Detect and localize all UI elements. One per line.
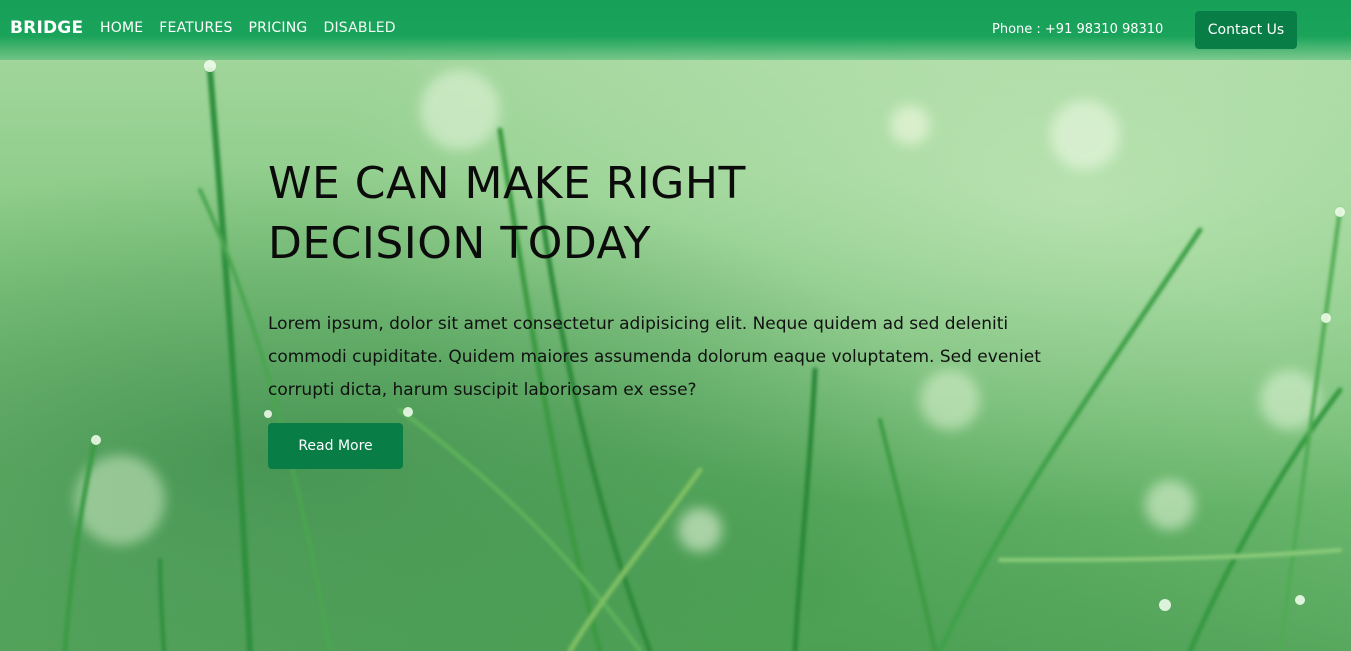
phone-number: Phone : +91 98310 98310 (992, 22, 1164, 37)
nav-link-pricing[interactable]: PRICING (249, 20, 308, 36)
brand-logo[interactable]: BRIDGE (10, 18, 83, 38)
hero-content: WE CAN MAKE RIGHT DECISION TODAY Lorem i… (268, 154, 1088, 469)
nav-link-home[interactable]: HOME (100, 20, 143, 36)
navbar: BRIDGE HOME FEATURES PRICING DISABLED Ph… (0, 0, 1351, 60)
nav-link-features[interactable]: FEATURES (159, 20, 232, 36)
read-more-button[interactable]: Read More (268, 423, 403, 469)
hero-description: Lorem ipsum, dolor sit amet consectetur … (268, 314, 1041, 400)
contact-us-button[interactable]: Contact Us (1195, 11, 1297, 49)
nav-links: HOME FEATURES PRICING DISABLED (100, 20, 396, 36)
nav-link-disabled: DISABLED (323, 20, 396, 36)
hero-title: WE CAN MAKE RIGHT DECISION TODAY (268, 158, 746, 269)
page: BRIDGE HOME FEATURES PRICING DISABLED Ph… (0, 0, 1351, 651)
